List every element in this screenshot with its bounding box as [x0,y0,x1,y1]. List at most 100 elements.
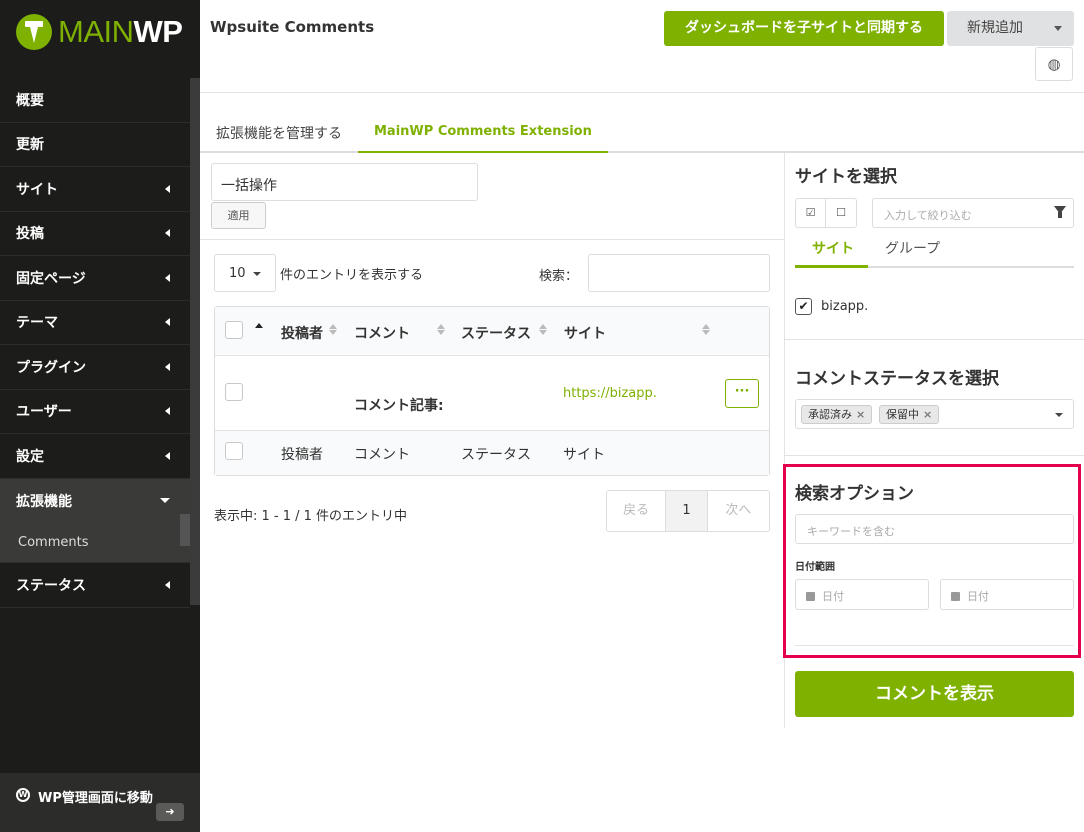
column-header-comment[interactable]: コメント [354,323,410,343]
wp-admin-link-label: WP管理画面に移動 [38,791,153,806]
select-site-title: サイトを選択 [795,167,897,187]
tab-site[interactable]: サイト [812,238,854,258]
apply-button[interactable]: 適用 [211,202,266,229]
chevron-down-icon [1055,413,1063,417]
row-checkbox[interactable] [225,383,243,401]
sort-icon [329,324,337,329]
row-actions-button[interactable]: ··· [725,379,759,408]
column-header-status[interactable]: ステータス [461,323,531,343]
deselect-all-sites-icon[interactable]: ☐ [826,198,857,228]
sidebar-item-posts[interactable]: 投稿 [0,212,190,256]
sidebar-item-overview[interactable]: 概要 [0,78,190,123]
sidebar-item-label: 投稿 [16,226,44,243]
caret-left-icon [165,362,170,371]
sync-dashboard-button[interactable]: ダッシュボードを子サイトと同期する [664,11,944,46]
caret-left-icon [165,407,170,416]
sidebar-subitem-label: Comments [18,535,89,550]
sort-asc-icon[interactable] [255,323,263,328]
panel-section-divider [785,339,1084,340]
header-divider [200,92,1084,93]
chip-label: 承認済み [808,408,852,421]
logo-wordmark: MAINWP [58,14,183,49]
select-all-sites-icon[interactable]: ☑ [795,198,826,228]
comment-status-title: コメントステータスを選択 [795,369,999,389]
search-label: 検索： [539,269,579,284]
column-header-site[interactable]: サイト [564,323,606,343]
caret-left-icon [165,451,170,460]
cell-comment: コメント記事: [354,398,444,414]
sidebar-item-label: 固定ページ [16,270,86,287]
sidebar-item-plugins[interactable]: プラグイン [0,345,190,390]
bulk-action-select[interactable]: 一括操作 [211,163,478,201]
caret-down-icon [160,498,170,504]
tab-manage-extensions[interactable]: 拡張機能を管理する [216,123,342,143]
caret-left-icon [165,580,170,589]
entries-info: 表示中: 1 - 1 / 1 件のエントリ中 [214,509,408,524]
tab-comments-extension[interactable]: MainWP Comments Extension [358,113,608,153]
add-new-button[interactable]: 新規追加 [947,11,1074,46]
chevron-down-icon [1054,26,1062,31]
sidebar-item-label: テーマ [16,315,58,332]
sidebar-item-users[interactable]: ユーザー [0,390,190,434]
chip-label: 保留中 [886,408,919,421]
sidebar: MAINWP 概要 更新 サイト 投稿 固定ページ テーマ プラグイン ユーザー… [0,0,200,832]
sidebar-nav: 概要 更新 サイト 投稿 固定ページ テーマ プラグイン ユーザー 設定 拡張機… [0,78,190,608]
footer-status: ステータス [461,447,531,463]
status-chip-approved[interactable]: 承認済み × [801,405,873,424]
entries-length-select[interactable]: 10 [214,254,276,292]
sidebar-scrollbar[interactable] [190,78,200,605]
mainwp-tie-icon [16,14,52,50]
sort-icon [437,330,445,335]
sidebar-item-settings[interactable]: 設定 [0,434,190,479]
caret-left-icon [165,318,170,327]
table-search-input[interactable] [588,254,770,292]
sidebar-scrollbar-thumb[interactable] [180,514,190,546]
pagination-prev-button[interactable]: 戻る [607,491,667,531]
comments-table: 投稿者 コメント ステータス サイト コメント記事: https://bizap… [214,306,770,476]
pagination-next-button[interactable]: 次へ [708,491,769,531]
sidebar-item-label: 更新 [16,137,44,154]
sort-icon [329,330,337,335]
sidebar-item-updates[interactable]: 更新 [0,123,190,167]
footer-site: サイト [563,447,605,463]
cell-site-link[interactable]: https://bizapp. [563,386,657,401]
sidebar-item-extensions[interactable]: 拡張機能 [0,478,190,523]
sidebar-item-label: 拡張機能 [16,493,72,510]
sidebar-item-pages[interactable]: 固定ページ [0,256,190,301]
page-title: Wpsuite Comments [210,18,375,36]
chevron-down-icon [253,272,261,276]
site-checkbox[interactable]: ✔ [795,298,812,315]
sidebar-item-status[interactable]: ステータス [0,563,190,608]
wordpress-icon: W [16,788,30,802]
sort-icon [702,324,710,329]
site-name[interactable]: bizapp. [821,299,868,314]
mainwp-logo[interactable]: MAINWP [16,12,183,52]
select-all-checkbox-footer[interactable] [225,442,243,460]
tab-group[interactable]: グループ [885,238,940,258]
site-filter-input[interactable]: 入力して絞り込む [872,198,1074,228]
comment-status-select[interactable]: 承認済み × 保留中 × [795,399,1074,429]
caret-left-icon [165,229,170,238]
sidebar-subitem-comments[interactable]: Comments [0,523,190,563]
remove-icon[interactable]: × [923,408,932,421]
section-divider [200,239,784,240]
select-all-checkbox[interactable] [225,321,243,339]
sidebar-item-label: 設定 [16,448,44,465]
table-row: コメント記事: https://bizapp. ··· [215,356,769,431]
globe-icon[interactable]: ◍ [1035,47,1073,81]
caret-left-icon [165,184,170,193]
sort-icon [539,330,547,335]
table-footer-row: 投稿者 コメント ステータス サイト [215,431,769,475]
column-header-author[interactable]: 投稿者 [281,323,323,343]
remove-icon[interactable]: × [856,408,865,421]
show-comments-button[interactable]: コメントを表示 [795,671,1074,717]
sidebar-item-sites[interactable]: サイト [0,167,190,212]
tab-active-indicator [795,265,868,268]
sidebar-item-label: プラグイン [16,359,86,376]
sidebar-item-themes[interactable]: テーマ [0,301,190,345]
exit-icon[interactable]: ➜ [156,803,184,821]
sort-icon [539,324,547,329]
status-chip-pending[interactable]: 保留中 × [879,405,940,424]
panel-section-divider [785,455,1084,456]
pagination-page-1[interactable]: 1 [666,491,708,531]
